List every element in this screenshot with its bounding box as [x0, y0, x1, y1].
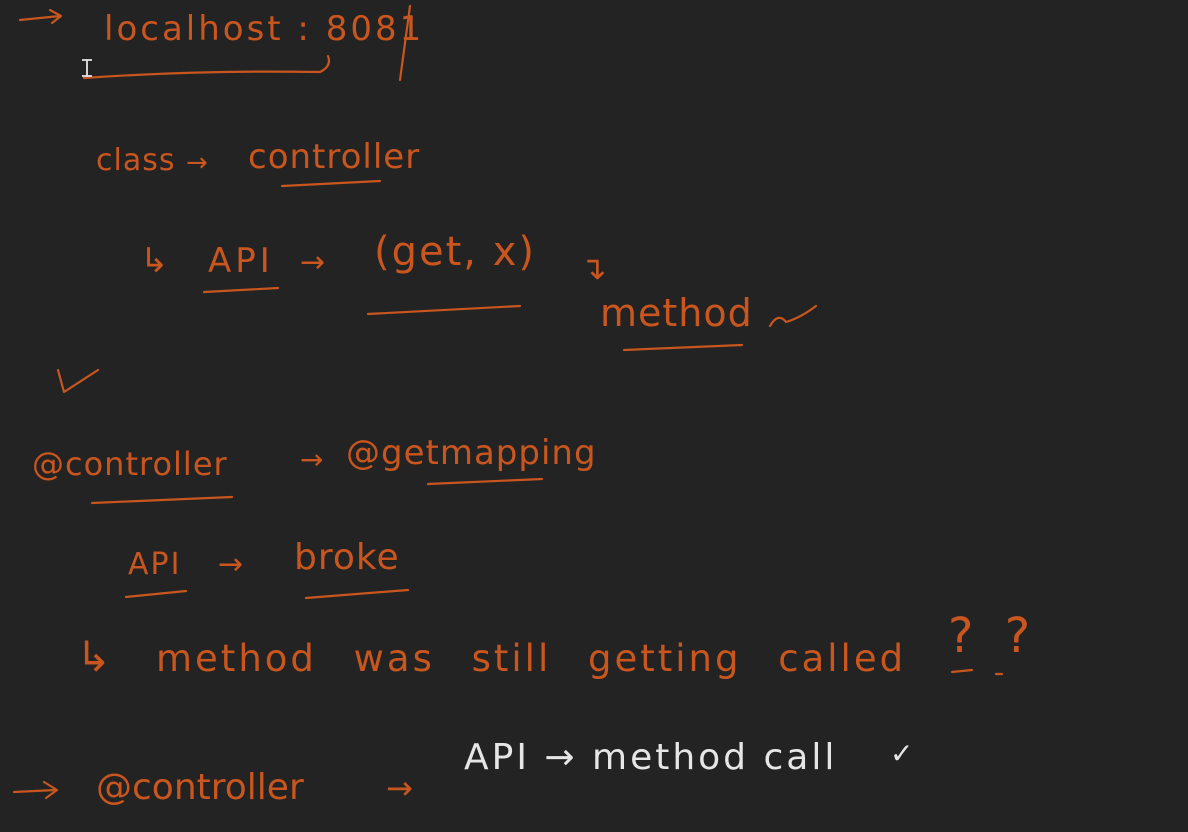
underline-stroke [124, 589, 188, 599]
broke-text: broke [294, 537, 400, 578]
check-icon [56, 368, 100, 394]
underline-stroke [426, 477, 544, 486]
ink-strokes [12, 4, 1004, 800]
underline-stroke [280, 179, 382, 188]
check-icon: ✓ [890, 737, 914, 770]
underline-stroke [304, 588, 410, 600]
controller-annotation-text: @controller [96, 767, 304, 808]
arrow-icon: → [300, 245, 326, 280]
hook-arrow-icon: ↳ [140, 241, 169, 281]
api-method-call-text: API → method call [464, 737, 838, 778]
api-text: API [128, 547, 182, 582]
check-icon [768, 304, 818, 328]
method-text: method [600, 291, 753, 335]
controller-annotation-text: @controller [32, 445, 228, 483]
underline-stroke [202, 286, 280, 294]
controller-text: controller [248, 137, 421, 177]
arrow-icon: → [386, 769, 413, 807]
arrow-icon [12, 780, 59, 800]
arrow-icon: → [218, 547, 244, 582]
underline-stroke [622, 343, 744, 352]
get-x-text: (get, x) [374, 229, 536, 275]
text-cursor-icon [80, 58, 94, 78]
method-still-called-text: method was still getting called [156, 637, 907, 680]
question-marks-text: ? ? [948, 608, 1039, 664]
arrow-icon [18, 8, 63, 25]
class-text: class [96, 143, 176, 178]
whiteboard-canvas[interactable]: localhost : 8081 class → controller ↳ AP… [0, 0, 1188, 832]
down-arrow-icon: ↴ [580, 249, 607, 287]
getmapping-text: @getmapping [346, 433, 597, 473]
arrow-icon: → [300, 443, 324, 476]
underline-stroke [90, 495, 234, 505]
api-text: API [208, 241, 274, 281]
arrow-icon: → [186, 148, 208, 178]
underline-stroke [950, 668, 1004, 676]
underline-stroke [82, 54, 331, 80]
localhost-text: localhost : 8081 [104, 9, 425, 49]
hook-arrow-icon: ↳ [76, 632, 112, 681]
underline-stroke [366, 304, 522, 316]
